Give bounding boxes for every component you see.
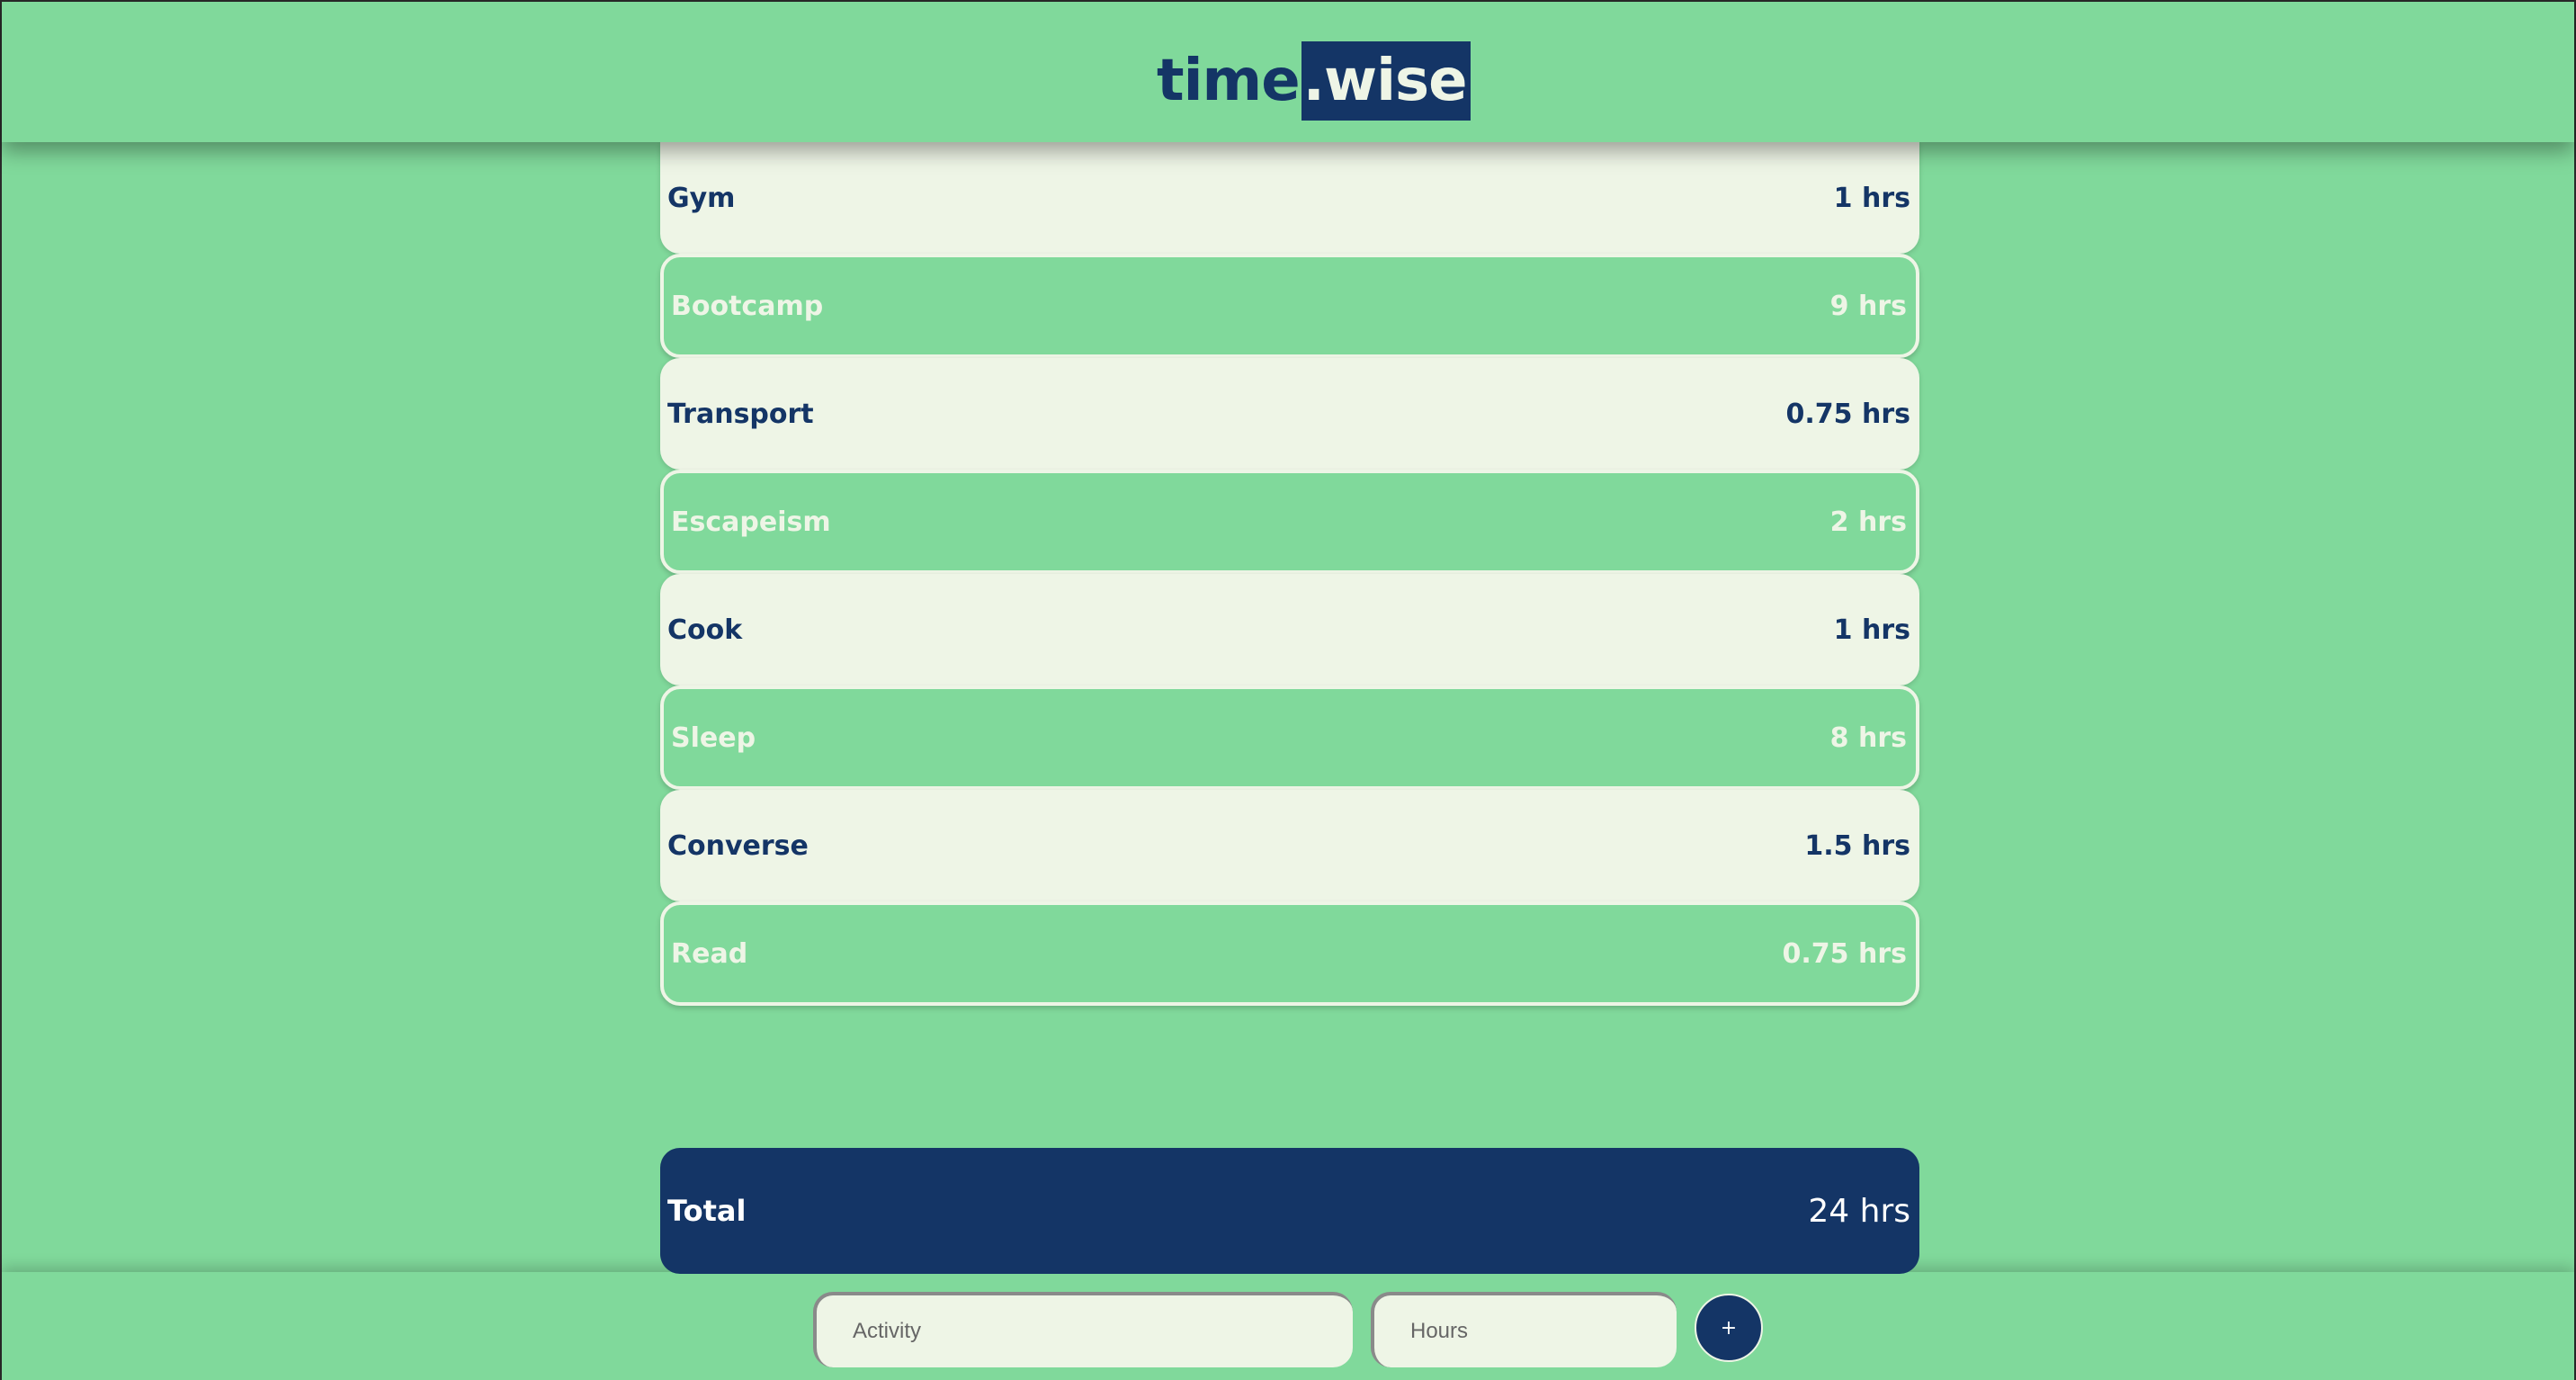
plus-icon: + bbox=[1720, 1316, 1738, 1340]
app-logo: time .wise bbox=[1157, 41, 1471, 121]
app-page: time .wise Gym 1 hrs Bootcamp 9 hrs Trans… bbox=[0, 0, 2576, 1380]
activity-row-sleep[interactable]: Sleep 8 hrs bbox=[660, 686, 1919, 790]
activity-row-escapeism[interactable]: Escapeism 2 hrs bbox=[660, 470, 1919, 574]
activity-hours: 0.75 hrs bbox=[1782, 937, 1907, 970]
app-header: time .wise bbox=[2, 2, 2574, 142]
activity-row-read[interactable]: Read 0.75 hrs bbox=[660, 901, 1919, 1006]
add-activity-form: + bbox=[2, 1272, 2574, 1380]
activity-row-bootcamp[interactable]: Bootcamp 9 hrs bbox=[660, 254, 1919, 358]
activity-name: Transport bbox=[667, 398, 814, 430]
activity-input[interactable] bbox=[813, 1292, 1353, 1367]
activity-name: Bootcamp bbox=[671, 290, 824, 322]
activity-hours: 8 hrs bbox=[1829, 721, 1907, 754]
total-value: 24 hrs bbox=[1808, 1192, 1910, 1230]
total-label: Total bbox=[667, 1194, 747, 1228]
activity-list: Gym 1 hrs Bootcamp 9 hrs Transport 0.75 … bbox=[660, 142, 1919, 1006]
activity-name: Cook bbox=[667, 614, 743, 646]
activity-row-gym[interactable]: Gym 1 hrs bbox=[660, 142, 1919, 254]
activity-row-transport[interactable]: Transport 0.75 hrs bbox=[660, 358, 1919, 470]
activity-row-converse[interactable]: Converse 1.5 hrs bbox=[660, 790, 1919, 901]
logo-text-wise: .wise bbox=[1301, 41, 1471, 121]
activity-name: Sleep bbox=[671, 721, 756, 754]
total-bar: Total 24 hrs bbox=[660, 1148, 1919, 1274]
activity-hours: 9 hrs bbox=[1829, 290, 1907, 322]
hours-input[interactable] bbox=[1371, 1292, 1677, 1367]
activity-name: Escapeism bbox=[671, 506, 831, 538]
activity-hours: 1 hrs bbox=[1833, 614, 1910, 646]
activity-name: Read bbox=[671, 937, 748, 970]
logo-text-time: time bbox=[1157, 48, 1301, 114]
activity-name: Gym bbox=[667, 182, 736, 214]
add-activity-button[interactable]: + bbox=[1695, 1294, 1763, 1362]
activity-row-cook[interactable]: Cook 1 hrs bbox=[660, 574, 1919, 686]
activity-name: Converse bbox=[667, 829, 809, 862]
activity-hours: 0.75 hrs bbox=[1785, 398, 1910, 430]
activity-hours: 1.5 hrs bbox=[1804, 829, 1910, 862]
activity-hours: 2 hrs bbox=[1829, 506, 1907, 538]
activity-hours: 1 hrs bbox=[1833, 182, 1910, 214]
